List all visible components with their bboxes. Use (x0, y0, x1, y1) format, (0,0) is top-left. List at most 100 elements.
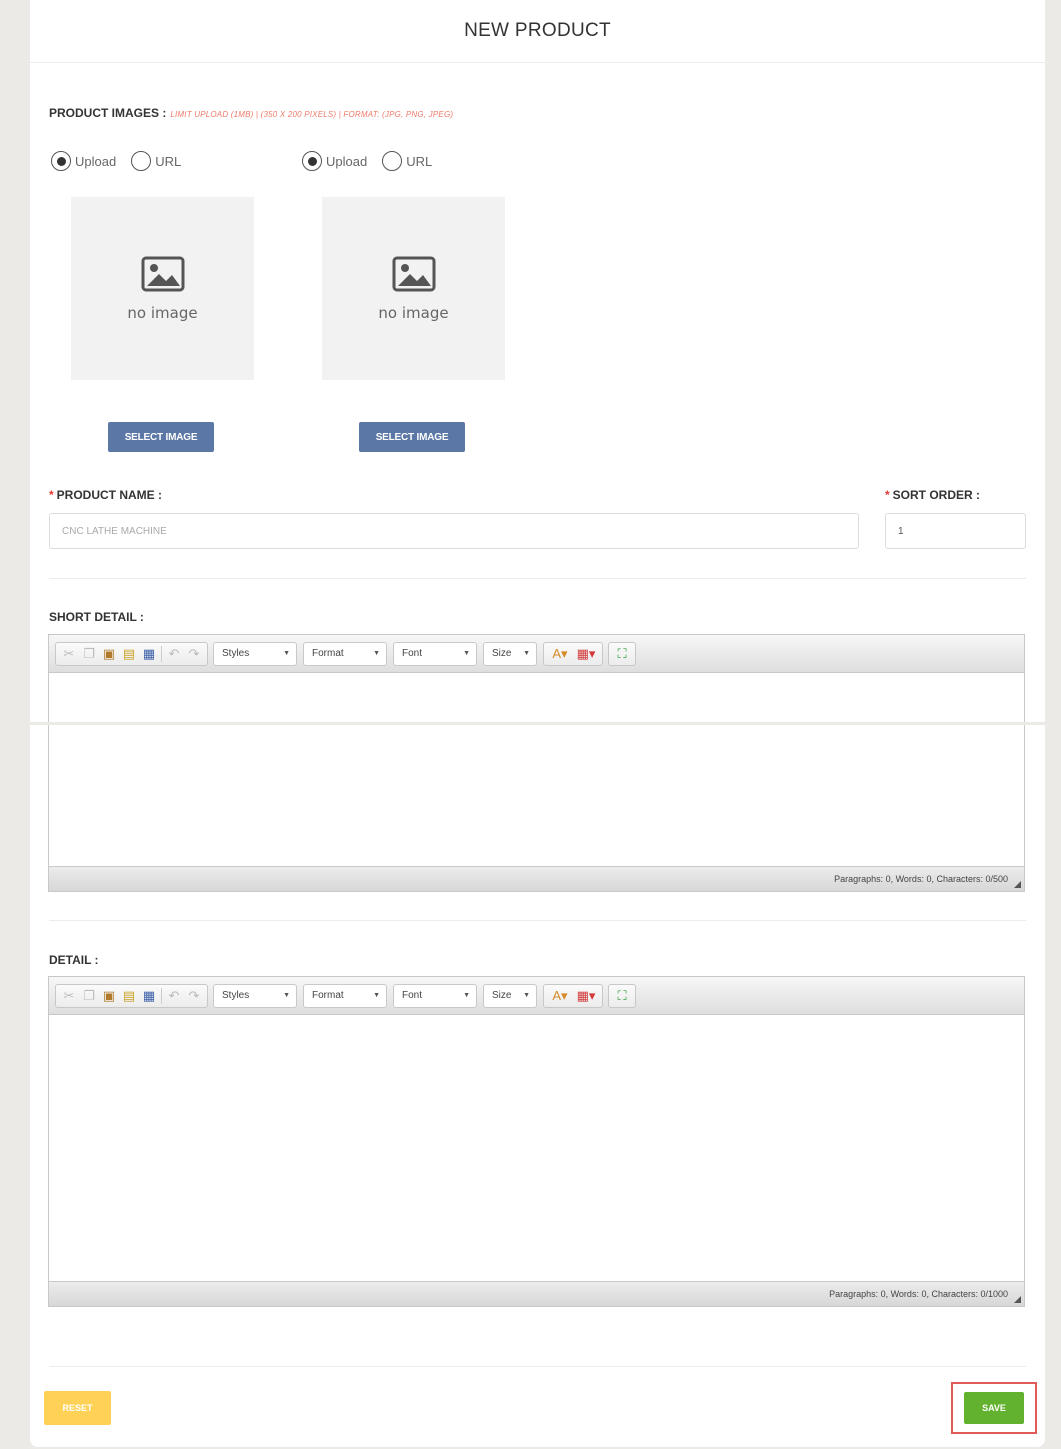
url-radio-2[interactable] (382, 151, 403, 171)
short-detail-word-count: Paragraphs: 0, Words: 0, Characters: 0/5… (834, 874, 1008, 884)
section-divider (49, 1366, 1026, 1367)
cut-icon[interactable]: ✂ (59, 986, 79, 1006)
image-placeholder-icon (141, 256, 184, 291)
styles-dropdown-label: Styles (222, 648, 250, 659)
no-image-text: no image (378, 303, 449, 322)
select-image-button-1[interactable]: SELECT IMAGE (108, 422, 214, 452)
upload-radio-1[interactable] (51, 151, 71, 171)
product-name-input[interactable]: CNC LATHE MACHINE (49, 513, 859, 549)
image-placeholder-icon (392, 256, 435, 291)
paste-text-icon[interactable]: ▤ (119, 986, 139, 1006)
short-detail-label: SHORT DETAIL : (49, 610, 144, 624)
format-dropdown-label: Format (312, 990, 344, 1001)
product-images-heading: PRODUCT IMAGES : LIMIT UPLOAD (1MB) | (3… (49, 106, 453, 120)
select-image-button-2[interactable]: SELECT IMAGE (359, 422, 465, 452)
chevron-down-icon: ▼ (463, 650, 470, 657)
screenshot-seam (0, 722, 1061, 725)
redo-icon[interactable]: ↷ (184, 644, 204, 664)
size-dropdown-label: Size (492, 990, 512, 1001)
product-images-label: PRODUCT IMAGES : (49, 106, 167, 120)
chevron-down-icon: ▼ (523, 650, 530, 657)
color-tools: A▾ ▦▾ (543, 641, 603, 666)
chevron-down-icon: ▼ (283, 992, 290, 999)
view-tools: ⛶ (608, 983, 636, 1008)
detail-word-count: Paragraphs: 0, Words: 0, Characters: 0/1… (829, 1289, 1008, 1299)
short-detail-editor: ✂ ❐ ▣ ▤ ▦ ↶ ↷ Styles ▼ Format ▼ Font ▼ Size… (48, 634, 1025, 892)
chevron-down-icon: ▼ (373, 992, 380, 999)
font-dropdown[interactable]: Font ▼ (393, 983, 477, 1008)
copy-icon[interactable]: ❐ (79, 986, 99, 1006)
editor-toolbar: ✂ ❐ ▣ ▤ ▦ ↶ ↷ Styles ▼ Format ▼ Font ▼ Size… (49, 977, 1024, 1015)
url-radio-label-1: URL (155, 153, 182, 169)
undo-icon[interactable]: ↶ (164, 986, 184, 1006)
chevron-down-icon: ▼ (523, 992, 530, 999)
redo-icon[interactable]: ↷ (184, 986, 204, 1006)
table-icon[interactable]: ▦▾ (573, 644, 599, 664)
save-button-highlight: SAVE (951, 1382, 1037, 1434)
format-dropdown-label: Format (312, 648, 344, 659)
cut-icon[interactable]: ✂ (59, 644, 79, 664)
resize-handle-icon[interactable] (1014, 1296, 1021, 1303)
format-dropdown[interactable]: Format ▼ (303, 641, 387, 666)
short-detail-content-area[interactable] (49, 673, 1024, 866)
size-dropdown[interactable]: Size ▼ (483, 641, 537, 666)
detail-editor: ✂ ❐ ▣ ▤ ▦ ↶ ↷ Styles ▼ Format ▼ Font ▼ Size… (48, 976, 1025, 1307)
font-dropdown-label: Font (402, 990, 423, 1001)
required-mark: * (49, 488, 54, 502)
product-name-placeholder: CNC LATHE MACHINE (62, 525, 167, 537)
url-radio-1[interactable] (131, 151, 152, 171)
upload-radio-2[interactable] (302, 151, 322, 171)
view-tools: ⛶ (608, 641, 636, 666)
format-dropdown[interactable]: Format ▼ (303, 983, 387, 1008)
styles-dropdown[interactable]: Styles ▼ (213, 641, 297, 666)
table-icon[interactable]: ▦▾ (573, 986, 599, 1006)
size-dropdown[interactable]: Size ▼ (483, 983, 537, 1008)
chevron-down-icon: ▼ (463, 992, 470, 999)
editor-statusbar: Paragraphs: 0, Words: 0, Characters: 0/1… (49, 1281, 1024, 1306)
sort-order-input[interactable]: 1 (885, 513, 1026, 549)
color-tools: A▾ ▦▾ (543, 983, 603, 1008)
clipboard-tools: ✂ ❐ ▣ ▤ ▦ ↶ ↷ (55, 641, 208, 666)
sort-order-label-row: * SORT ORDER : (885, 488, 980, 502)
sort-order-value: 1 (898, 525, 904, 537)
paste-icon[interactable]: ▣ (99, 644, 119, 664)
page-title: NEW PRODUCT (464, 20, 611, 41)
maximize-icon[interactable]: ⛶ (612, 644, 632, 664)
paste-icon[interactable]: ▣ (99, 986, 119, 1006)
chevron-down-icon: ▼ (283, 650, 290, 657)
editor-toolbar: ✂ ❐ ▣ ▤ ▦ ↶ ↷ Styles ▼ Format ▼ Font ▼ Size… (49, 635, 1024, 673)
upload-limit-note: LIMIT UPLOAD (1MB) | (350 X 200 PIXELS) … (170, 110, 454, 119)
chevron-down-icon: ▼ (373, 650, 380, 657)
text-color-icon[interactable]: A▾ (547, 644, 573, 664)
image-preview-2: no image (322, 197, 505, 380)
image-source-options-2: Upload URL (302, 151, 447, 171)
styles-dropdown-label: Styles (222, 990, 250, 1001)
paste-word-icon[interactable]: ▦ (139, 986, 159, 1006)
image-preview-1: no image (71, 197, 254, 380)
styles-dropdown[interactable]: Styles ▼ (213, 983, 297, 1008)
save-button[interactable]: SAVE (964, 1392, 1024, 1424)
maximize-icon[interactable]: ⛶ (612, 986, 632, 1006)
detail-label: DETAIL : (49, 953, 99, 967)
upload-radio-label-2: Upload (326, 153, 368, 169)
form-header: NEW PRODUCT (30, 0, 1045, 63)
copy-icon[interactable]: ❐ (79, 644, 99, 664)
size-dropdown-label: Size (492, 648, 512, 659)
reset-button[interactable]: RESET (44, 1391, 111, 1425)
paste-word-icon[interactable]: ▦ (139, 644, 159, 664)
editor-statusbar: Paragraphs: 0, Words: 0, Characters: 0/5… (49, 866, 1024, 891)
section-divider (49, 920, 1026, 921)
text-color-icon[interactable]: A▾ (547, 986, 573, 1006)
product-name-label-row: * PRODUCT NAME : (49, 488, 162, 502)
product-name-label: PRODUCT NAME : (56, 488, 162, 502)
required-mark: * (885, 488, 890, 502)
section-divider (49, 578, 1026, 579)
resize-handle-icon[interactable] (1014, 881, 1021, 888)
detail-content-area[interactable] (49, 1015, 1024, 1281)
no-image-text: no image (127, 303, 198, 322)
paste-text-icon[interactable]: ▤ (119, 644, 139, 664)
undo-icon[interactable]: ↶ (164, 644, 184, 664)
font-dropdown-label: Font (402, 648, 423, 659)
font-dropdown[interactable]: Font ▼ (393, 641, 477, 666)
sort-order-label: SORT ORDER : (892, 488, 981, 502)
